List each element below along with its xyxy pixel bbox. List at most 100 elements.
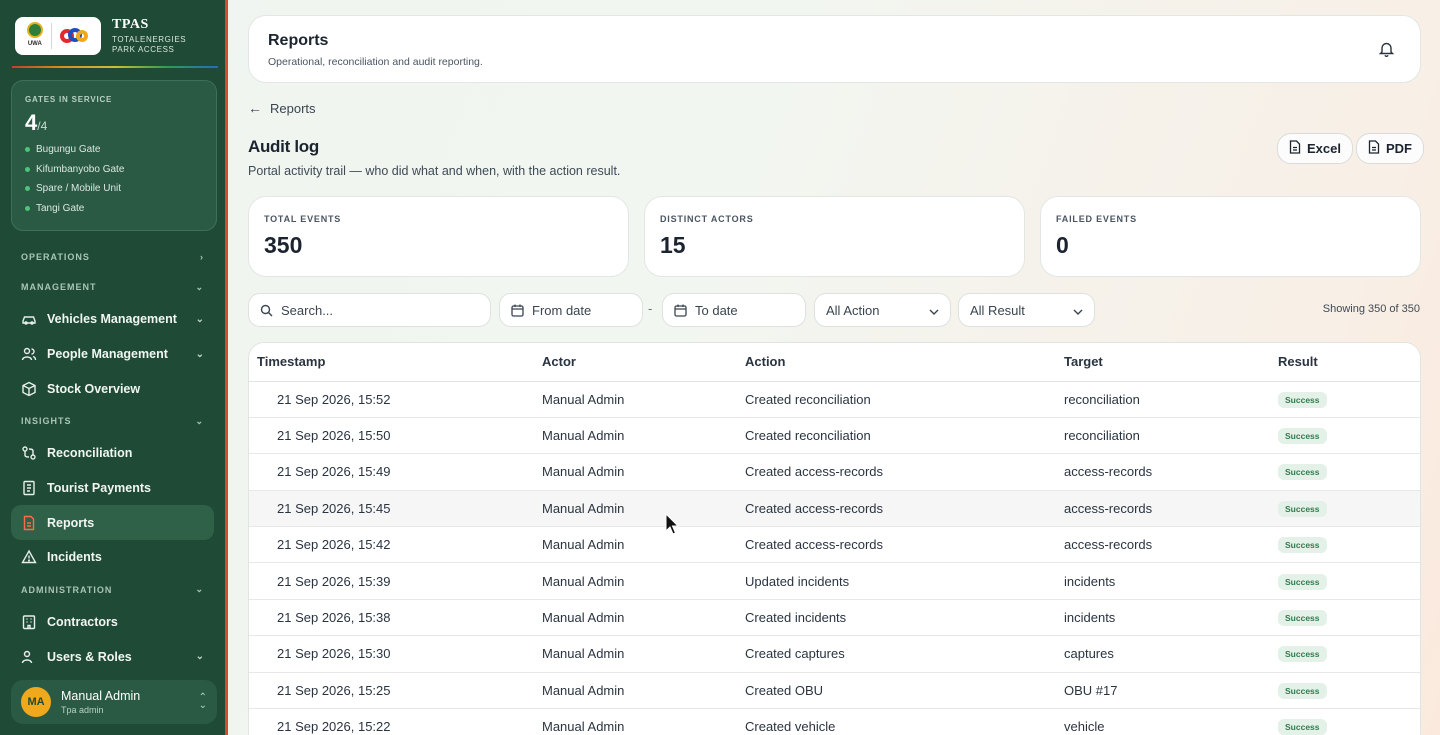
gates-label: GATES IN SERVICE [25, 95, 113, 104]
status-badge: Success [1278, 719, 1327, 735]
table-row[interactable]: 21 Sep 2026, 15:42 Manual Admin Created … [249, 526, 1420, 564]
status-dot-icon [25, 147, 30, 153]
gate-list: Bugungu Gate Kifumbanyobo Gate Spare / M… [25, 140, 203, 218]
chevron-down-icon [1073, 303, 1083, 318]
back-link[interactable]: ← Reports [248, 100, 316, 116]
sidebar-item-reconciliation[interactable]: Reconciliation [11, 436, 214, 471]
warning-icon [21, 549, 37, 565]
user-name: Manual Admin [61, 689, 141, 703]
nav-section-management[interactable]: MANAGEMENT ⌄ [0, 272, 225, 302]
sidebar-item-tourist-payments[interactable]: Tourist Payments [11, 471, 214, 506]
result-filter-select[interactable]: All Result [958, 293, 1095, 327]
status-badge: Success [1278, 610, 1327, 627]
gate-item: Spare / Mobile Unit [25, 179, 203, 199]
sidebar-item-users-roles[interactable]: Users & Roles ⌄ [11, 640, 214, 675]
export-excel-button[interactable]: Excel [1277, 133, 1353, 164]
user-shield-icon [21, 649, 37, 665]
gate-item: Kifumbanyobo Gate [25, 160, 203, 180]
sidebar-item-incidents[interactable]: Incidents [11, 540, 214, 575]
column-header-result[interactable]: Result [1278, 343, 1420, 382]
status-badge: Success [1278, 428, 1327, 445]
column-header-target[interactable]: Target [1064, 343, 1278, 382]
table-row[interactable]: 21 Sep 2026, 15:50 Manual Admin Created … [249, 417, 1420, 455]
gates-count: 4/4 [25, 110, 48, 135]
chevron-down-icon: ⌄ [195, 584, 204, 595]
table-row[interactable]: 21 Sep 2026, 15:22 Manual Admin Created … [249, 708, 1420, 735]
table-row[interactable]: 21 Sep 2026, 15:49 Manual Admin Created … [249, 453, 1420, 491]
audit-log-table: Timestamp Actor Action Target Result 21 … [248, 342, 1421, 735]
chevron-up-down-icon: ⌃ ⌄ [198, 692, 207, 711]
document-icon [1368, 140, 1380, 157]
action-filter-select[interactable]: All Action [814, 293, 951, 327]
stat-failed-events: FAILED EVENTS 0 [1040, 196, 1421, 277]
building-icon [21, 614, 37, 630]
gate-item: Tangi Gate [25, 199, 203, 219]
table-row[interactable]: 21 Sep 2026, 15:39 Manual Admin Updated … [249, 562, 1420, 600]
user-menu[interactable]: MA Manual Admin Tpa admin ⌃ ⌄ [11, 680, 217, 724]
user-role: Tpa admin [61, 705, 104, 715]
nav-section-administration[interactable]: ADMINISTRATION ⌄ [0, 575, 225, 605]
brand-logos: UWA [15, 17, 101, 55]
nav-section-insights[interactable]: INSIGHTS ⌄ [0, 406, 225, 436]
bell-icon[interactable] [1378, 41, 1395, 62]
search-icon [260, 304, 273, 317]
table-row[interactable]: 21 Sep 2026, 15:25 Manual Admin Created … [249, 672, 1420, 710]
stat-distinct-actors: DISTINCT ACTORS 15 [644, 196, 1025, 277]
to-date-picker[interactable]: To date [662, 293, 806, 327]
status-badge: Success [1278, 682, 1327, 699]
receipt-icon [21, 480, 37, 496]
sidebar-item-vehicles[interactable]: Vehicles Management ⌄ [11, 302, 214, 337]
arrow-left-icon: ← [248, 100, 262, 116]
chevron-down-icon: ⌄ [195, 348, 204, 360]
chevron-right-icon: › [200, 252, 204, 262]
brand-title: TPAS [112, 16, 149, 32]
chevron-down-icon [929, 303, 939, 318]
table-row[interactable]: 21 Sep 2026, 15:38 Manual Admin Created … [249, 599, 1420, 637]
sidebar-item-people[interactable]: People Management ⌄ [11, 337, 214, 372]
chevron-down-icon: ⌄ [195, 281, 204, 292]
gate-item: Bugungu Gate [25, 140, 203, 160]
sidebar: UWA TPAS TOTALENERGIES PARK ACCESS GATES… [0, 0, 228, 735]
search-input[interactable]: Search... [248, 293, 491, 327]
chevron-down-icon: ⌄ [195, 313, 204, 325]
calendar-icon [674, 304, 687, 317]
brand-subtitle: TOTALENERGIES PARK ACCESS [112, 34, 187, 54]
page-title: Audit log [248, 137, 319, 156]
totalenergies-logo [58, 25, 92, 47]
status-dot-icon [25, 205, 30, 211]
uwa-logo: UWA [24, 22, 46, 50]
from-date-picker[interactable]: From date [499, 293, 643, 327]
status-badge: Success [1278, 537, 1327, 554]
document-icon [1289, 140, 1301, 157]
column-header-timestamp[interactable]: Timestamp [249, 343, 542, 382]
sidebar-item-contractors[interactable]: Contractors [11, 605, 214, 640]
column-header-action[interactable]: Action [745, 343, 1064, 382]
reconcile-icon [21, 445, 37, 461]
table-row[interactable]: 21 Sep 2026, 15:30 Manual Admin Created … [249, 635, 1420, 673]
sidebar-item-stock[interactable]: Stock Overview [11, 371, 214, 406]
table-row[interactable]: 21 Sep 2026, 15:52 Manual Admin Created … [249, 381, 1420, 418]
car-icon [21, 311, 37, 327]
stat-total-events: TOTAL EVENTS 350 [248, 196, 629, 277]
page-header: Reports Operational, reconciliation and … [248, 15, 1421, 83]
people-icon [21, 346, 37, 362]
status-dot-icon [25, 186, 30, 192]
brand-divider [12, 66, 218, 68]
page-description: Portal activity trail — who did what and… [248, 164, 621, 178]
header-subtitle: Operational, reconciliation and audit re… [268, 56, 483, 68]
calendar-icon [511, 304, 524, 317]
nav-section-operations[interactable]: OPERATIONS › [0, 242, 225, 272]
status-badge: Success [1278, 464, 1327, 481]
export-pdf-button[interactable]: PDF [1356, 133, 1424, 164]
sidebar-nav: OPERATIONS › MANAGEMENT ⌄ Vehicles Managem… [0, 242, 225, 674]
sidebar-item-reports[interactable]: Reports [11, 505, 214, 541]
column-header-actor[interactable]: Actor [542, 343, 745, 382]
status-dot-icon [25, 166, 30, 172]
status-badge: Success [1278, 573, 1327, 590]
chevron-down-icon: ⌄ [195, 651, 204, 663]
table-row[interactable]: 21 Sep 2026, 15:45 Manual Admin Created … [249, 490, 1420, 528]
brand[interactable]: UWA TPAS TOTALENERGIES PARK ACCESS [15, 16, 215, 56]
avatar: MA [21, 687, 51, 717]
mouse-cursor-icon [665, 513, 680, 535]
table-header-row: Timestamp Actor Action Target Result [249, 343, 1420, 382]
